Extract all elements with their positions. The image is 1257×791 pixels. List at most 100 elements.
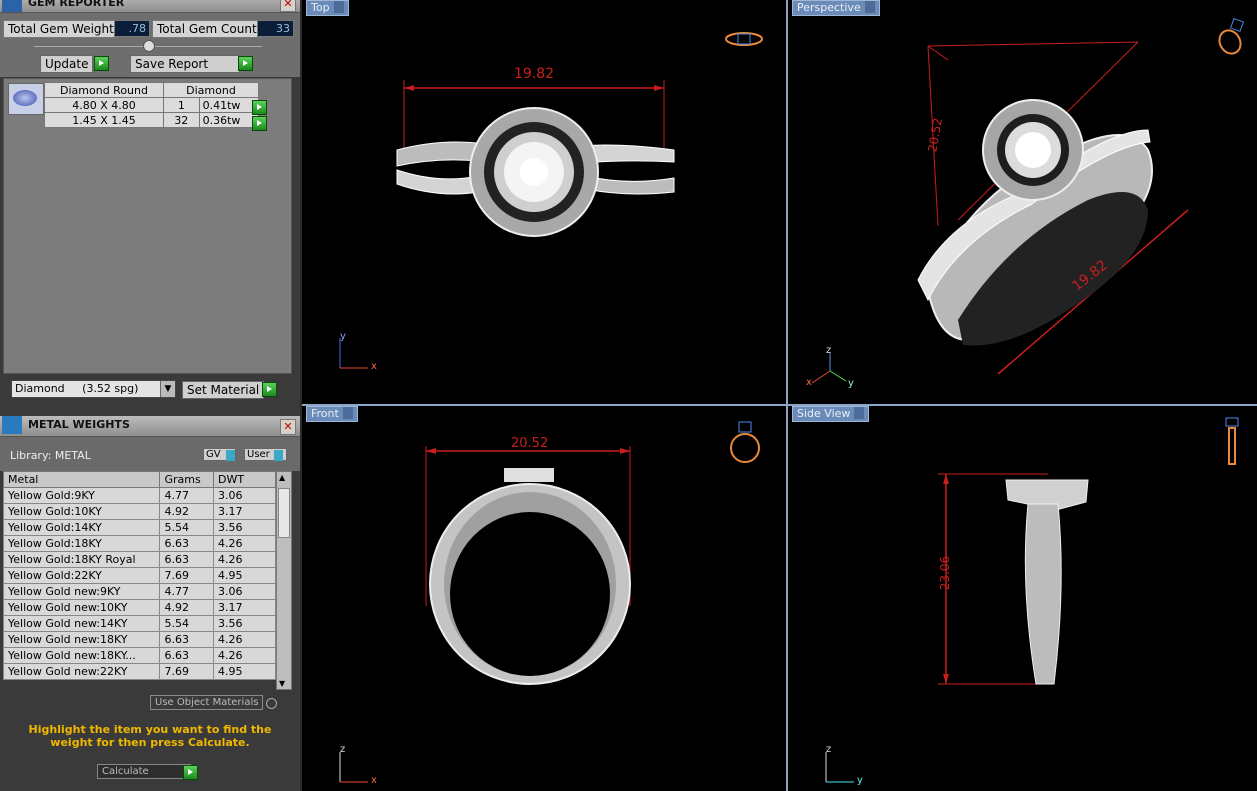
total-gem-weight-label: Total Gem Weight	[3, 20, 119, 38]
top-axis-x: x	[371, 361, 377, 372]
front-dimension-label: 20.52	[511, 436, 549, 451]
dwt-cell: 3.06	[213, 583, 276, 600]
front-axis-z: z	[340, 744, 346, 755]
table-row[interactable]: Yellow Gold:9KY 4.77 3.06	[2, 487, 276, 504]
dwt-cell: 3.56	[213, 615, 276, 632]
dwt-cell: 4.26	[213, 647, 276, 664]
side-view-drawing	[938, 473, 1089, 685]
grams-cell: 6.63	[159, 535, 215, 552]
gem-reporter-title: GEM REPORTER	[28, 0, 125, 9]
gem-reporter-icon	[2, 0, 22, 12]
ring-orientation-icon	[1216, 16, 1246, 56]
perspective-axis-z: z	[826, 345, 832, 356]
total-gem-count-value: 33	[257, 20, 294, 37]
side-axis-z: z	[826, 744, 832, 755]
ring-orientation-icon	[726, 418, 766, 466]
info-icon[interactable]	[274, 450, 283, 461]
table-row[interactable]: Yellow Gold new:22KY 7.69 4.95	[2, 663, 276, 680]
col-grams[interactable]: Grams	[159, 471, 215, 488]
perspective-axis-x: x	[806, 377, 812, 388]
metal-name-cell: Yellow Gold new:14KY	[2, 615, 161, 632]
front-view-drawing	[425, 446, 631, 685]
table-row[interactable]: Yellow Gold:18KY 6.63 4.26	[2, 535, 276, 552]
table-row[interactable]: Yellow Gold new:9KY 4.77 3.06	[2, 583, 276, 600]
total-gem-weight-value: .78	[114, 20, 150, 37]
scroll-up-icon[interactable]: ▲	[279, 473, 285, 482]
metal-table: Metal Grams DWT Yellow Gold:9KY 4.77 3.06 Y…	[2, 471, 276, 680]
perspective-view-drawing	[917, 41, 1189, 375]
gem-header-shape: Diamond Round	[44, 82, 164, 98]
gem-row[interactable]: 4.80 X 4.80 1 0.41tw	[44, 97, 260, 113]
metal-name-cell: Yellow Gold:9KY	[2, 487, 161, 504]
calculate-button[interactable]: Calculate	[97, 764, 191, 779]
set-material-button[interactable]: Set Material	[182, 381, 265, 399]
gem-list: Diamond Round Diamond 4.80 X 4.80 1 0.41…	[3, 78, 292, 374]
table-row[interactable]: Yellow Gold new:14KY 5.54 3.56	[2, 615, 276, 632]
metal-name-cell: Yellow Gold new:18KY...	[2, 647, 161, 664]
viewport-perspective[interactable]: Perspective 19.82 20.52 z x y	[788, 0, 1257, 404]
metal-name-cell: Yellow Gold:14KY	[2, 519, 161, 536]
metal-name-cell: Yellow Gold new:18KY	[2, 631, 161, 648]
table-row[interactable]: Yellow Gold new:18KY... 6.63 4.26	[2, 647, 276, 664]
viewport-front[interactable]: Front 20.52 z x	[302, 406, 786, 791]
gem-size: 4.80 X 4.80	[44, 97, 164, 113]
table-row[interactable]: Yellow Gold new:18KY 6.63 4.26	[2, 631, 276, 648]
scroll-thumb[interactable]	[278, 488, 290, 538]
gem-row[interactable]: 1.45 X 1.45 32 0.36tw	[44, 112, 260, 128]
calculate-go-icon[interactable]	[183, 765, 198, 780]
top-dimension-label: 19.82	[514, 66, 555, 82]
metal-weights-title: METAL WEIGHTS	[28, 418, 130, 431]
dwt-cell: 4.26	[213, 551, 276, 568]
metal-name-cell: Yellow Gold new:9KY	[2, 583, 161, 600]
dwt-cell: 4.26	[213, 535, 276, 552]
dwt-cell: 3.17	[213, 599, 276, 616]
dwt-cell: 4.95	[213, 663, 276, 680]
slider-handle[interactable]	[143, 40, 155, 52]
metal-name-cell: Yellow Gold:10KY	[2, 503, 161, 520]
metal-name-cell: Yellow Gold:22KY	[2, 567, 161, 584]
use-object-materials-radio[interactable]	[266, 698, 277, 709]
scroll-down-icon[interactable]: ▼	[279, 679, 285, 688]
dwt-cell: 3.56	[213, 519, 276, 536]
viewport-top[interactable]: Top 19.82 y x	[302, 0, 786, 404]
metal-scrollbar[interactable]: ▲ ▼	[276, 471, 292, 690]
side-axis-y: y	[857, 775, 863, 786]
grams-cell: 4.92	[159, 599, 215, 616]
table-row[interactable]: Yellow Gold new:10KY 4.92 3.17	[2, 599, 276, 616]
perspective-axis-y: y	[848, 378, 854, 389]
use-object-materials-button[interactable]: Use Object Materials	[150, 695, 264, 710]
table-row[interactable]: Yellow Gold:18KY Royal 6.63 4.26	[2, 551, 276, 568]
table-row[interactable]: Yellow Gold:10KY 4.92 3.17	[2, 503, 276, 520]
save-report-go-icon[interactable]	[238, 56, 253, 71]
dwt-cell: 3.17	[213, 503, 276, 520]
top-axis-y: y	[340, 331, 346, 342]
viewport-side[interactable]: Side View 23.06 z y	[788, 406, 1257, 791]
gem-row-go-icon[interactable]	[252, 116, 267, 131]
ring-orientation-icon	[724, 30, 763, 48]
grams-cell: 6.63	[159, 551, 215, 568]
gem-row-go-icon[interactable]	[252, 100, 267, 115]
grams-cell: 6.63	[159, 631, 215, 648]
update-button[interactable]: Update	[40, 55, 94, 73]
ring-orientation-icon	[1220, 416, 1244, 468]
table-row[interactable]: Yellow Gold:22KY 7.69 4.95	[2, 567, 276, 584]
material-select-value: Diamond (3.52 spg)	[15, 382, 139, 395]
library-label: Library: METAL	[10, 449, 91, 462]
col-metal[interactable]: Metal	[2, 471, 161, 488]
close-icon[interactable]: ✕	[280, 0, 296, 12]
info-icon[interactable]	[226, 450, 235, 461]
dwt-cell: 4.26	[213, 631, 276, 648]
set-material-go-icon[interactable]	[262, 382, 277, 397]
col-dwt[interactable]: DWT	[213, 471, 276, 488]
diamond-round-icon	[8, 83, 44, 115]
gem-header-type: Diamond	[163, 82, 259, 98]
grams-cell: 6.63	[159, 647, 215, 664]
grams-cell: 7.69	[159, 567, 215, 584]
update-go-icon[interactable]	[94, 56, 109, 71]
close-icon[interactable]: ✕	[280, 419, 296, 435]
chevron-down-icon[interactable]: ▼	[160, 381, 175, 397]
material-select[interactable]: Diamond (3.52 spg) ▼	[11, 380, 176, 398]
save-report-button[interactable]: Save Report	[130, 55, 240, 73]
table-row[interactable]: Yellow Gold:14KY 5.54 3.56	[2, 519, 276, 536]
user-label: User	[247, 449, 270, 460]
